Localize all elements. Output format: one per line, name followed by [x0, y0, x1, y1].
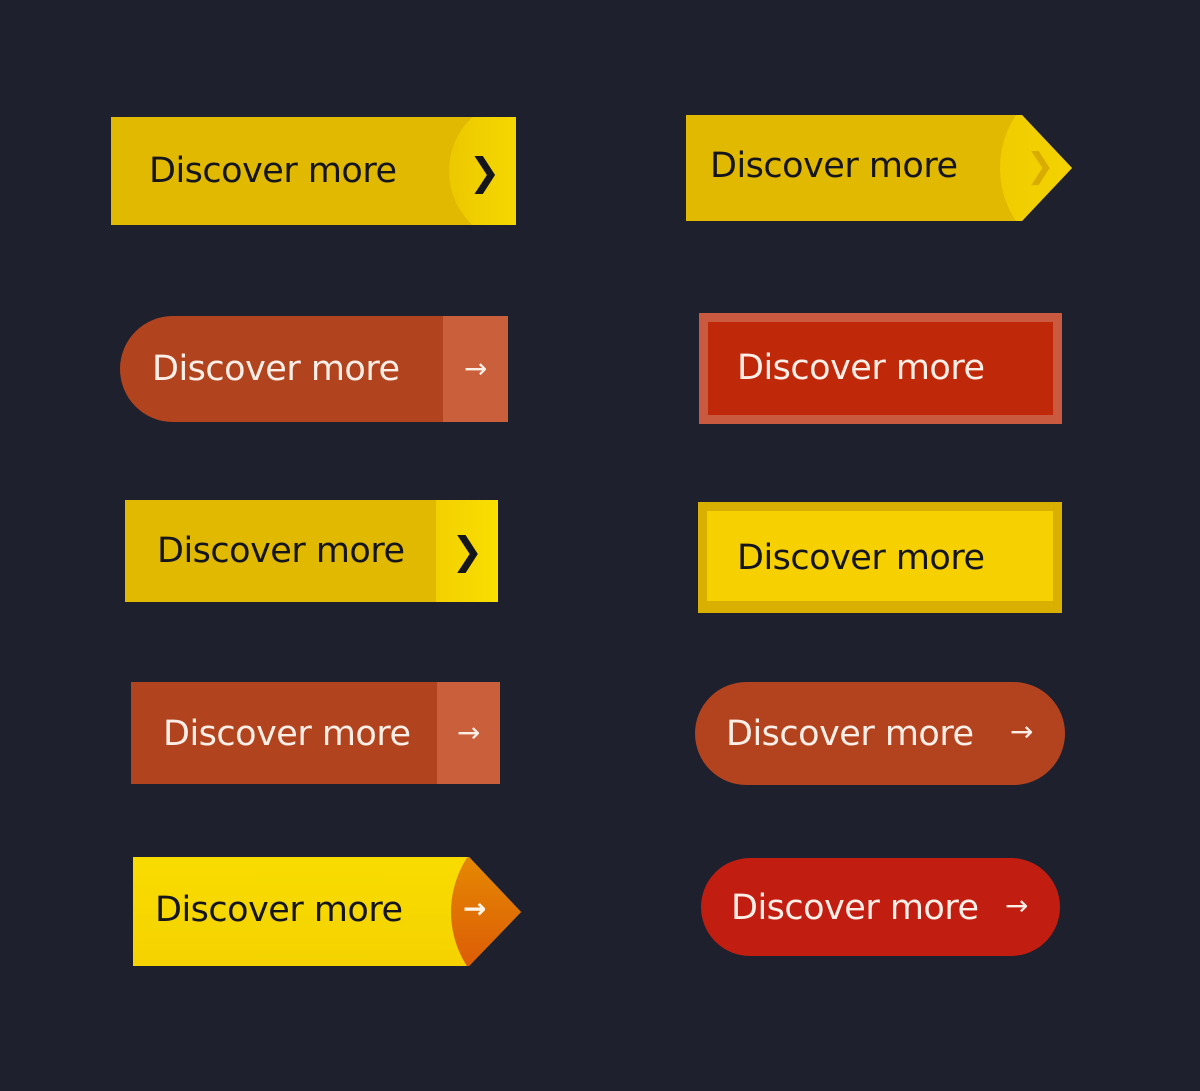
chevron-right-icon: ❯ — [468, 150, 501, 194]
chevron-segment: ❯ — [436, 500, 498, 602]
arrow-right-icon: → — [1005, 889, 1028, 922]
button-label: Discover more — [163, 714, 411, 754]
button-label: Discover more — [726, 714, 974, 754]
button-label: Discover more — [737, 348, 985, 388]
button-label: Discover more — [710, 146, 958, 186]
arrow-right-icon: → — [464, 352, 487, 385]
button-label: Discover more — [149, 151, 397, 191]
discover-more-button-yellow-orange-tag[interactable]: Discover more → — [133, 857, 521, 966]
arrow-right-icon: → — [457, 716, 480, 749]
arrow-segment: → — [437, 682, 500, 784]
discover-more-button-yellow-bevel[interactable]: Discover more — [698, 502, 1062, 613]
chevron-right-icon: ❯ — [451, 529, 483, 573]
button-label: Discover more — [737, 538, 985, 578]
arrow-segment: → — [443, 316, 508, 422]
discover-more-button-yellow-tag[interactable]: Discover more ❯ — [686, 115, 1072, 221]
discover-more-button-rust-split[interactable]: Discover more → — [131, 682, 500, 784]
button-label: Discover more — [155, 890, 403, 930]
button-label: Discover more — [152, 349, 400, 389]
discover-more-button-rust-rounded[interactable]: Discover more → — [120, 316, 508, 422]
discover-more-button-rust-pill[interactable]: Discover more → — [695, 682, 1065, 785]
discover-more-button-yellow-circle[interactable]: Discover more ❯ — [111, 117, 516, 225]
chevron-right-icon: ❯ — [1026, 146, 1055, 186]
discover-more-button-yellow-split[interactable]: Discover more ❯ — [125, 500, 498, 602]
discover-more-button-red-framed[interactable]: Discover more — [699, 313, 1062, 424]
arrow-right-icon: → — [1010, 715, 1033, 748]
arrow-right-icon: → — [463, 892, 486, 925]
button-label: Discover more — [731, 888, 979, 928]
discover-more-button-red-pill[interactable]: Discover more → — [701, 858, 1060, 956]
button-label: Discover more — [157, 531, 405, 571]
